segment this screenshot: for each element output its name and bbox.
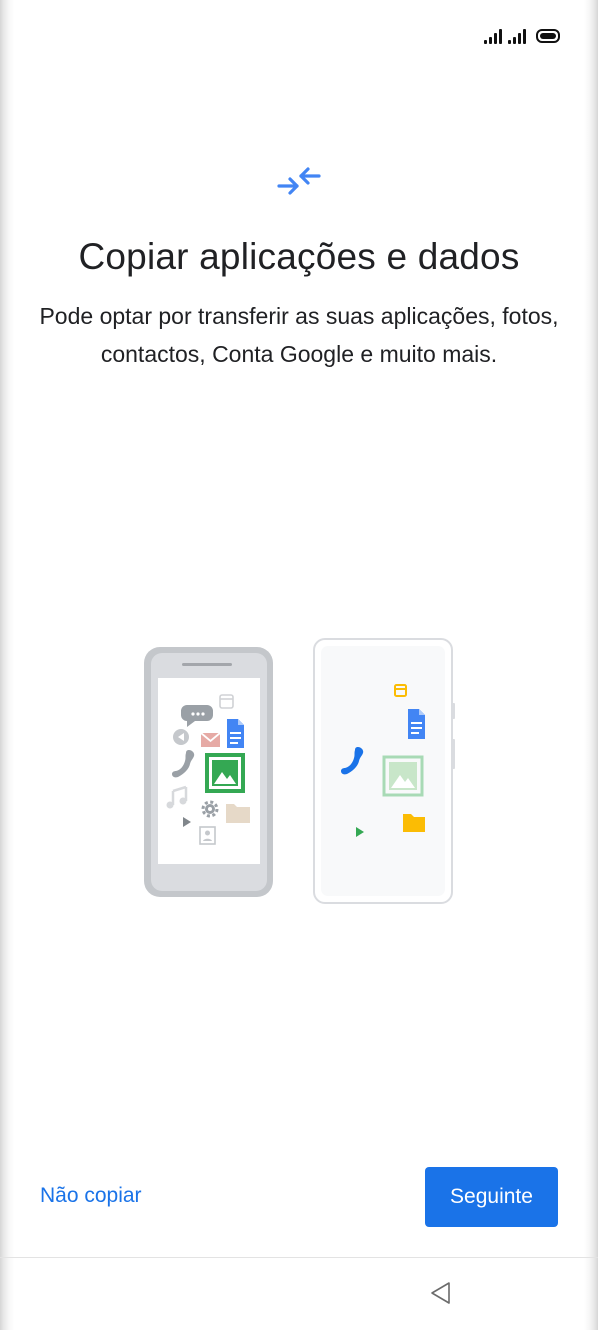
navigation-bar-divider — [0, 1257, 598, 1258]
page-description: Pode optar por transferir as suas aplica… — [39, 303, 559, 367]
device-edge-right — [584, 0, 598, 1330]
dont-copy-button[interactable]: Não copiar — [40, 1184, 142, 1208]
docs-icon — [408, 709, 425, 739]
page-title: Copiar aplicações e dados — [78, 236, 520, 277]
play-circle-icon — [173, 729, 189, 745]
signal-icon — [508, 28, 526, 44]
new-phone-illustration — [313, 638, 455, 904]
signal-icon — [484, 28, 502, 44]
back-triangle-icon[interactable] — [428, 1280, 454, 1306]
setup-screen: Copiar aplicações e dados Pode optar por… — [0, 0, 598, 1330]
copy-data-illustration — [144, 638, 455, 904]
battery-icon — [536, 29, 560, 43]
old-phone-illustration — [144, 647, 273, 897]
photo-icon — [382, 755, 424, 797]
next-button[interactable]: Seguinte — [425, 1167, 558, 1227]
status-bar — [484, 22, 560, 44]
device-edge-left — [0, 0, 14, 1330]
transfer-arrows-icon — [277, 167, 321, 195]
photo-icon — [205, 753, 245, 793]
mail-icon — [200, 732, 221, 747]
docs-icon — [227, 719, 244, 748]
